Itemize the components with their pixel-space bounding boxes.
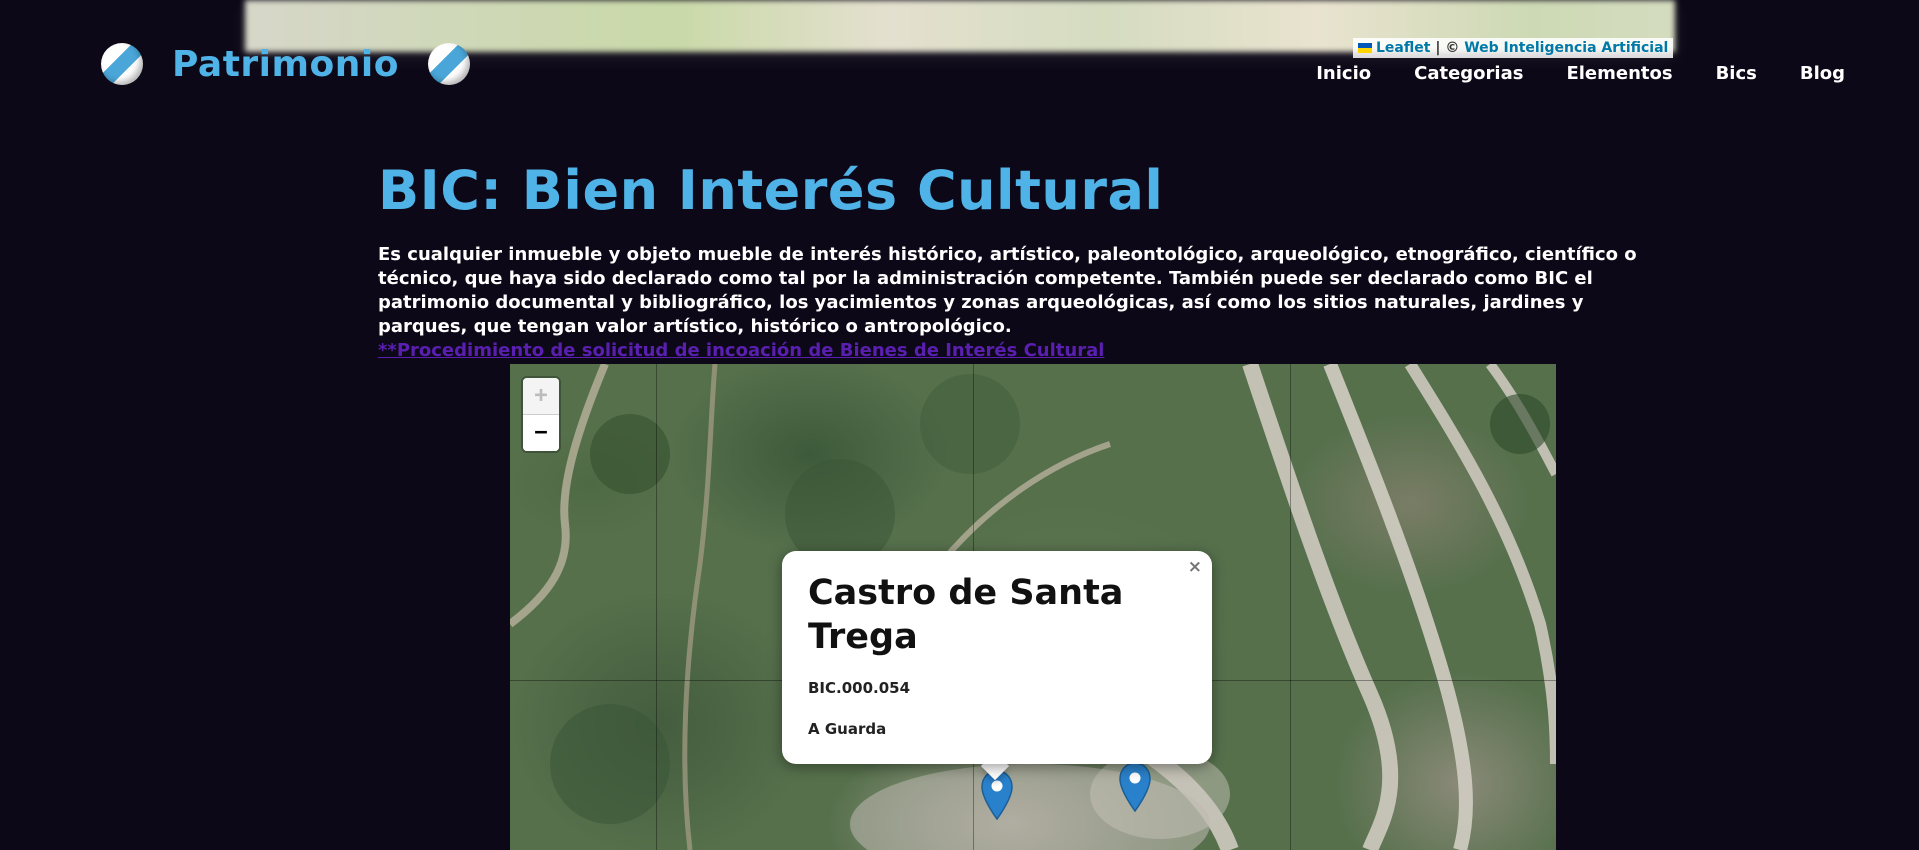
map-marker-icon[interactable] [1118, 761, 1152, 813]
bic-description: Es cualquier inmueble y objeto mueble de… [378, 244, 1637, 337]
nav-elementos[interactable]: Elementos [1566, 60, 1672, 88]
zoom-out-button[interactable]: − [523, 414, 559, 451]
page-title: BIC: Bien Interés Cultural [378, 159, 1164, 222]
nav-categorias[interactable]: Categorias [1414, 60, 1523, 88]
attribution-separator: | [1435, 40, 1441, 56]
nav-inicio[interactable]: Inicio [1316, 60, 1371, 88]
procedure-link[interactable]: **Procedimiento de solicitud de incoació… [378, 339, 1104, 363]
popup-title: Castro de Santa Trega [808, 573, 1124, 657]
copyright-symbol: © [1445, 40, 1460, 56]
galicia-ball-icon-left [101, 43, 143, 85]
map-attribution: Leaflet | © Web Inteligencia Artificial [1353, 38, 1674, 58]
ukraine-flag-icon [1358, 43, 1372, 53]
popup-close-button[interactable]: × [1188, 555, 1202, 579]
brand-title[interactable]: Patrimonio [172, 44, 399, 85]
zoom-in-button[interactable]: + [523, 378, 559, 414]
provider-link[interactable]: Web Inteligencia Artificial [1464, 40, 1668, 56]
nav-blog[interactable]: Blog [1800, 60, 1845, 88]
nav-bics[interactable]: Bics [1716, 60, 1757, 88]
map[interactable]: + − × Castro de Santa Trega BIC.000.054 … [510, 364, 1556, 850]
tile-grid-line [656, 364, 657, 850]
zoom-control: + − [523, 378, 559, 451]
popup-place: A Guarda [808, 720, 887, 738]
main-nav: Inicio Categorias Elementos Bics Blog [1273, 60, 1845, 88]
leaflet-link[interactable]: Leaflet [1376, 40, 1430, 56]
brand[interactable]: Patrimonio [101, 42, 470, 86]
galicia-ball-icon-right [427, 43, 470, 85]
popup-bic-code: BIC.000.054 [808, 679, 911, 697]
tile-grid-line [1290, 364, 1291, 850]
marker-popup: × Castro de Santa Trega BIC.000.054 A Gu… [782, 551, 1212, 764]
page: Leaflet | © Web Inteligencia Artificial … [0, 0, 1919, 850]
